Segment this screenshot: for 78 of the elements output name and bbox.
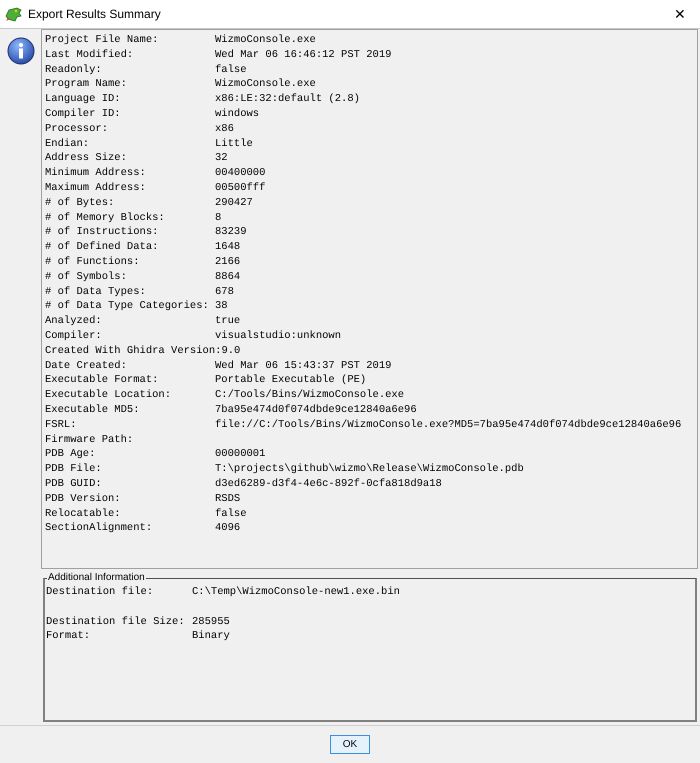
field-label: Maximum Address: [45, 180, 147, 196]
field-value: false [215, 506, 247, 522]
field-label: FSRL: [45, 418, 78, 433]
field-label: # of Functions: [45, 254, 141, 270]
dragon-icon [5, 6, 22, 22]
field-label: Address Size: [45, 151, 128, 166]
field-value: 2166 [215, 254, 240, 270]
ok-button[interactable]: OK [330, 735, 370, 754]
window-title: Export Results Summary [28, 6, 161, 23]
field-label: Relocatable: [45, 506, 122, 522]
field-label: Last Modified: [45, 48, 134, 63]
field-value: windows [215, 106, 260, 122]
field-value: 285955 [192, 614, 230, 630]
field-value: 1648 [215, 240, 240, 255]
field-value: x86:LE:32:default (2.8) [215, 92, 360, 107]
field-label: Executable MD5: [45, 402, 141, 418]
field-label: # of Memory Blocks: [45, 210, 166, 226]
field-value: 83239 [215, 225, 247, 240]
field-value: T:\projects\github\wizmo\Release\WizmoConsole.pdb [215, 462, 524, 477]
field-value: Wed Mar 06 16:46:12 PST 2019 [215, 48, 392, 63]
field-value: WizmoConsole.exe [215, 33, 316, 48]
field-label: Compiler ID: [45, 106, 122, 122]
field-label: # of Defined Data: [45, 240, 160, 255]
field-label: Firmware Path: [45, 432, 134, 448]
field-value: Binary [192, 629, 230, 644]
field-value: 00400000 [215, 166, 266, 181]
field-label: Project File Name: [45, 33, 160, 48]
field-value: 32 [215, 151, 228, 166]
field-value: d3ed6289-d3f4-4e6c-892f-0cfa818d9a18 [215, 476, 442, 492]
field-value: 8 [215, 210, 222, 226]
field-value: 7ba95e474d0f074dbde9ce12840a6e96 [215, 402, 417, 418]
field-label: Program Name: [45, 77, 128, 92]
field-label: Created With Ghidra Version: [45, 344, 222, 359]
field-value: RSDS [215, 492, 240, 506]
field-label: Minimum Address: [45, 166, 147, 181]
field-label: # of Data Type Categories: [45, 299, 210, 314]
field-label: Format: [46, 629, 92, 644]
field-label: Destination file Size: [46, 614, 186, 630]
field-value: 8864 [215, 270, 240, 285]
field-value: Little [215, 136, 253, 152]
field-value: 9.0 [221, 344, 240, 359]
close-button[interactable]: ✕ [660, 0, 700, 28]
field-label: PDB GUID: [45, 476, 103, 492]
field-label: # of Bytes: [45, 196, 116, 211]
field-value: 00500fff [215, 180, 266, 196]
field-value: Wed Mar 06 15:43:37 PST 2019 [215, 358, 392, 374]
field-label: Executable Format: [45, 373, 160, 388]
field-label: # of Instructions: [45, 225, 160, 240]
field-value: Portable Executable (PE) [215, 373, 366, 388]
field-label: Readonly: [45, 62, 103, 78]
field-label: SectionAlignment: [45, 521, 154, 536]
field-label: PDB Version: [45, 492, 122, 506]
field-label: PDB Age: [45, 447, 96, 462]
field-label: # of Symbols: [45, 270, 128, 285]
field-value: true [215, 314, 240, 329]
field-value: x86 [215, 122, 234, 137]
field-value: C:/Tools/Bins/WizmoConsole.exe [215, 388, 404, 403]
field-label: Processor: [45, 122, 110, 137]
field-label: Analyzed: [45, 314, 103, 329]
field-value: WizmoConsole.exe [215, 77, 316, 92]
field-value: visualstudio:unknown [215, 328, 342, 344]
field-value: false [215, 62, 247, 78]
field-label: PDB File: [45, 462, 103, 477]
field-label: Compiler: [45, 328, 103, 344]
field-value: 290427 [215, 196, 253, 211]
field-value: C:\Temp\WizmoConsole-new1.exe.bin [192, 585, 400, 600]
field-value: 38 [215, 299, 228, 314]
field-label: Language ID: [45, 92, 122, 107]
field-label: Endian: [45, 136, 90, 152]
info-icon [6, 37, 34, 65]
field-value: file://C:/Tools/Bins/WizmoConsole.exe?MD5=7ba95e474d0f074dbde9ce12840a6e96 [215, 418, 682, 433]
field-label: Executable Location: [45, 388, 172, 403]
field-value: 678 [215, 284, 234, 300]
field-label: Date Created: [45, 358, 128, 374]
field-value: 4096 [215, 521, 240, 536]
field-label: # of Data Types: [45, 284, 147, 300]
field-label: Destination file: [46, 585, 154, 600]
field-value: 00000001 [215, 447, 266, 462]
